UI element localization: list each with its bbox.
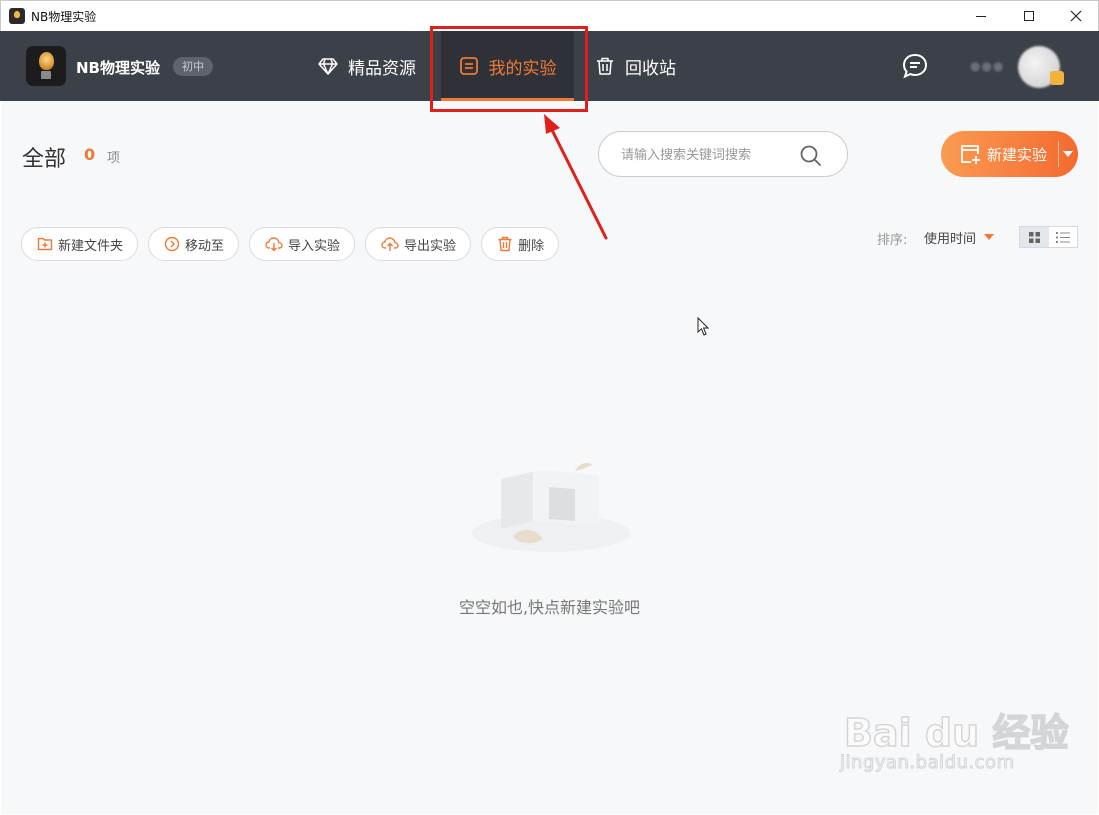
search-box [598,131,848,177]
chevron-right-circle-icon [164,236,180,252]
list-view-button[interactable] [1049,227,1078,247]
list-icon [1055,231,1070,243]
new-document-icon [961,145,980,164]
view-toggle [1019,226,1078,248]
search-input[interactable] [621,144,801,166]
close-icon [1070,10,1082,22]
message-icon[interactable] [901,52,929,80]
grid-icon [1028,231,1040,243]
minimize-icon [976,15,986,17]
grid-view-button[interactable] [1020,227,1049,247]
trash-icon [597,57,613,75]
dropdown-caret-icon[interactable] [1063,151,1073,157]
export-experiment-button[interactable]: 导出实验 [365,227,472,261]
item-count: 0 [84,145,96,164]
lightbulb-icon [39,52,54,70]
close-button[interactable] [1053,1,1099,31]
maximize-button[interactable] [1006,1,1052,31]
highlight-annotation [430,26,588,112]
minimize-button[interactable] [958,1,1004,31]
watermark-url: jingyan.baidu.com [840,752,1015,774]
diamond-icon [318,58,338,75]
sort-caret-icon[interactable] [984,234,994,240]
tab-label: 回收站 [625,58,676,79]
empty-box-illustration [472,463,630,552]
search-icon[interactable] [799,144,823,168]
trash-icon [498,236,512,252]
app-logo [26,46,66,86]
vip-badge-icon [1050,71,1064,85]
page-title: 全部 [22,147,67,172]
sort-dropdown[interactable]: 使用时间 [924,228,976,247]
import-experiment-button[interactable]: 导入实验 [249,227,356,261]
empty-state-message: 空空如也,快点新建实验吧 [458,598,641,617]
tab-label: 精品资源 [348,58,416,79]
brand-name: NB物理实验 [76,59,160,77]
sort-label: 排序: [877,233,908,248]
maximize-icon [1024,11,1034,21]
cloud-download-icon [265,237,283,252]
move-to-button[interactable]: 移动至 [148,227,240,261]
username[interactable]: ●●● [970,59,1004,73]
tab-premium-resources[interactable]: 精品资源 [318,31,416,101]
tab-recycle-bin[interactable]: 回收站 [595,31,676,101]
new-experiment-button[interactable]: 新建实验 [941,131,1078,177]
baidu-watermark: Bai du 经验 jingyan.baidu.com [840,690,1070,790]
new-folder-button[interactable]: 新建文件夹 [21,227,139,261]
red-arrow-annotation [544,114,608,240]
action-toolbar: 新建文件夹 移动至 导入实验 导出实验 删除 [21,227,560,261]
mouse-cursor-icon [697,317,710,336]
item-count-unit: 项 [107,151,121,166]
add-folder-icon [37,237,53,251]
app-icon [9,8,25,24]
new-experiment-label: 新建实验 [987,145,1048,164]
window-title: NB物理实验 [31,10,97,24]
cloud-upload-icon [381,237,399,251]
level-badge[interactable]: 初中 [173,57,213,76]
watermark-main-text: Bai du 经验 [843,710,1069,756]
